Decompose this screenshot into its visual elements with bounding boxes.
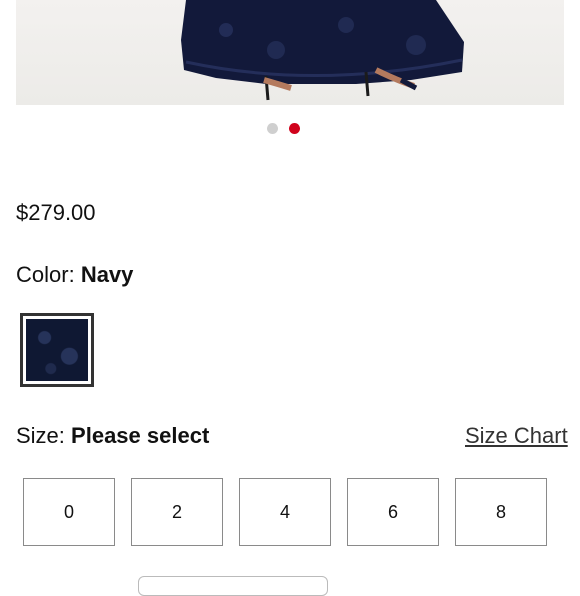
color-selection-label: Color: Navy: [16, 262, 133, 288]
size-option-8[interactable]: 8: [455, 478, 547, 546]
pagination-dot-active[interactable]: [289, 123, 300, 134]
size-option-2[interactable]: 2: [131, 478, 223, 546]
size-option-0[interactable]: 0: [23, 478, 115, 546]
swatch-image: [26, 319, 88, 381]
quantity-selector[interactable]: [138, 576, 328, 596]
pagination-dot[interactable]: [267, 123, 278, 134]
color-value: Navy: [80, 262, 134, 287]
size-option-4[interactable]: 4: [239, 478, 331, 546]
size-options: 0 2 4 6 8: [23, 478, 547, 546]
color-swatch-navy[interactable]: [20, 313, 94, 387]
size-label: Size:: [16, 423, 65, 448]
size-option-6[interactable]: 6: [347, 478, 439, 546]
product-photo-dress: [181, 0, 464, 101]
color-label: Color:: [16, 262, 75, 287]
price: $279.00: [16, 200, 96, 225]
size-selection-label: Size: Please select: [16, 423, 209, 449]
size-chart-link[interactable]: Size Chart: [465, 423, 568, 449]
image-pagination: [267, 123, 300, 134]
product-image[interactable]: [16, 0, 564, 105]
size-value: Please select: [71, 423, 210, 448]
